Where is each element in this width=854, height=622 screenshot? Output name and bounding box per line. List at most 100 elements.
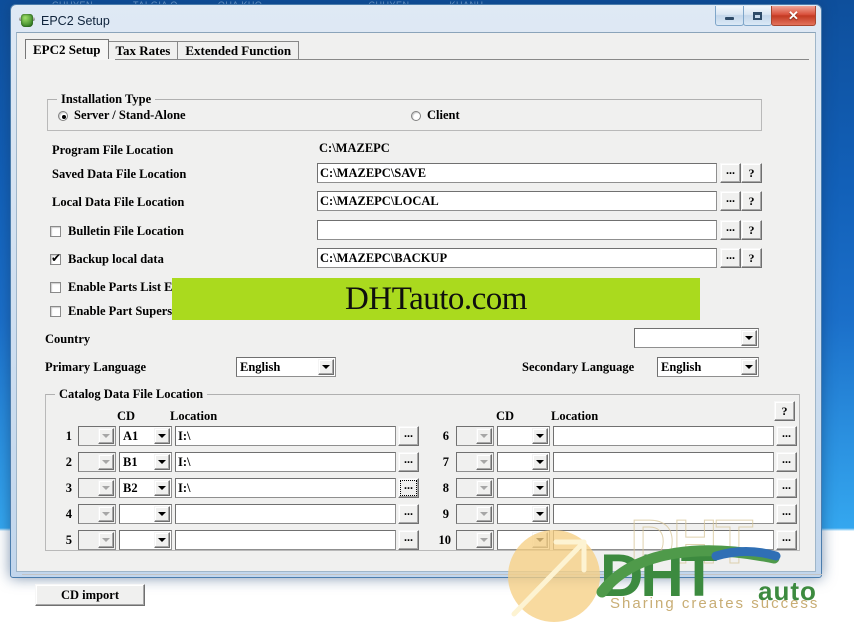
secondary-language-dropdown[interactable]: English — [657, 357, 759, 377]
catalog-drive-dropdown[interactable] — [456, 478, 494, 498]
chevron-down-icon[interactable] — [476, 480, 492, 496]
minimize-button[interactable] — [715, 6, 744, 26]
chevron-down-icon[interactable] — [532, 454, 548, 470]
chevron-down-icon[interactable] — [98, 428, 114, 444]
catalog-cd-dropdown[interactable]: B2 — [119, 478, 172, 498]
catalog-location-input[interactable] — [553, 426, 774, 446]
catalog-browse-button[interactable]: ... — [398, 452, 419, 472]
chevron-down-icon[interactable] — [476, 428, 492, 444]
catalog-location-input[interactable] — [553, 504, 774, 524]
chevron-down-icon[interactable] — [98, 532, 114, 548]
catalog-drive-dropdown[interactable] — [78, 478, 116, 498]
catalog-browse-button[interactable]: ... — [776, 504, 797, 524]
saved-data-file-location-input[interactable]: C:\MAZEPC\SAVE — [317, 163, 717, 183]
chevron-down-icon[interactable] — [532, 506, 548, 522]
radio-client[interactable]: Client — [411, 108, 460, 123]
bulletin-browse-button[interactable]: ... — [720, 220, 741, 240]
chevron-down-icon[interactable] — [741, 359, 757, 375]
cd-import-button[interactable]: CD import — [35, 584, 145, 606]
catalog-cd-dropdown[interactable]: B1 — [119, 452, 172, 472]
catalog-help-button[interactable]: ? — [774, 401, 795, 421]
chevron-down-icon[interactable] — [98, 506, 114, 522]
catalog-cd-dropdown[interactable] — [497, 530, 550, 550]
catalog-cd-dropdown[interactable] — [497, 478, 550, 498]
checkbox-backup-local-data[interactable]: Backup local data — [50, 252, 164, 267]
tab-tax-rates[interactable]: Tax Rates — [107, 41, 179, 60]
close-button[interactable]: ✕ — [771, 6, 816, 26]
catalog-browse-button[interactable]: ... — [398, 530, 419, 550]
backup-location-input[interactable]: C:\MAZEPC\BACKUP — [317, 248, 717, 268]
chevron-down-icon[interactable] — [532, 428, 548, 444]
question-icon: ? — [748, 193, 755, 208]
catalog-location-input[interactable]: I:\ — [175, 478, 396, 498]
catalog-location-input[interactable] — [553, 530, 774, 550]
catalog-browse-button[interactable]: ... — [776, 452, 797, 472]
catalog-drive-dropdown[interactable] — [456, 530, 494, 550]
catalog-drive-dropdown[interactable] — [456, 452, 494, 472]
chevron-down-icon[interactable] — [741, 330, 757, 346]
ellipsis-icon: ... — [726, 248, 735, 262]
tab-epc2-setup[interactable]: EPC2 Setup — [25, 39, 109, 60]
catalog-browse-button[interactable]: ... — [776, 426, 797, 446]
catalog-drive-dropdown[interactable] — [78, 452, 116, 472]
question-icon: ? — [748, 165, 755, 180]
catalog-browse-button-focused[interactable]: ... — [398, 478, 419, 498]
chevron-down-icon[interactable] — [476, 532, 492, 548]
catalog-browse-button[interactable]: ... — [398, 504, 419, 524]
installation-type-title: Installation Type — [57, 92, 156, 107]
title-bar[interactable]: EPC2 Setup ✕ — [15, 6, 817, 33]
chevron-down-icon[interactable] — [532, 480, 548, 496]
primary-language-dropdown[interactable]: English — [236, 357, 336, 377]
bulletin-help-button[interactable]: ? — [741, 220, 762, 240]
catalog-location-input[interactable] — [553, 478, 774, 498]
catalog-drive-dropdown[interactable] — [456, 426, 494, 446]
chevron-down-icon[interactable] — [318, 359, 334, 375]
catalog-drive-dropdown[interactable] — [456, 504, 494, 524]
chevron-down-icon[interactable] — [154, 454, 170, 470]
chevron-down-icon[interactable] — [476, 454, 492, 470]
catalog-row-number: 9 — [442, 507, 449, 521]
backup-browse-button[interactable]: ... — [720, 248, 741, 268]
local-data-browse-button[interactable]: ... — [720, 191, 741, 211]
catalog-browse-button[interactable]: ... — [776, 478, 797, 498]
chevron-down-icon[interactable] — [154, 532, 170, 548]
chevron-down-icon[interactable] — [154, 506, 170, 522]
catalog-cd-dropdown[interactable] — [497, 504, 550, 524]
catalog-cd-dropdown[interactable] — [119, 504, 172, 524]
catalog-drive-dropdown[interactable] — [78, 530, 116, 550]
catalog-location-input[interactable]: I:\ — [175, 452, 396, 472]
catalog-drive-dropdown[interactable] — [78, 504, 116, 524]
country-dropdown[interactable] — [634, 328, 759, 348]
catalog-cd-dropdown[interactable] — [497, 452, 550, 472]
catalog-location-input[interactable] — [175, 504, 396, 524]
tab-extended-function[interactable]: Extended Function — [177, 41, 300, 60]
saved-data-browse-button[interactable]: ... — [720, 163, 741, 183]
chevron-down-icon[interactable] — [532, 532, 548, 548]
local-data-help-button[interactable]: ? — [741, 191, 762, 211]
maximize-button[interactable] — [743, 6, 772, 26]
catalog-location-input[interactable] — [175, 530, 396, 550]
chevron-down-icon[interactable] — [98, 454, 114, 470]
chevron-down-icon[interactable] — [98, 480, 114, 496]
chevron-down-icon[interactable] — [154, 428, 170, 444]
window-controls: ✕ — [715, 6, 816, 26]
backup-help-button[interactable]: ? — [741, 248, 762, 268]
catalog-browse-button[interactable]: ... — [398, 426, 419, 446]
catalog-browse-button[interactable]: ... — [776, 530, 797, 550]
checkbox-bulletin-file-location[interactable]: Bulletin File Location — [50, 224, 184, 239]
catalog-cd-dropdown[interactable] — [497, 426, 550, 446]
checkbox-unchecked-icon — [50, 306, 61, 317]
catalog-location-input[interactable] — [553, 452, 774, 472]
catalog-location-input[interactable]: I:\ — [175, 426, 396, 446]
radio-server-standalone[interactable]: Server / Stand-Alone — [58, 108, 186, 123]
local-data-file-location-input[interactable]: C:\MAZEPC\LOCAL — [317, 191, 717, 211]
chevron-down-icon[interactable] — [154, 480, 170, 496]
label-program-file-location: Program File Location — [52, 143, 174, 157]
catalog-cd-dropdown[interactable] — [119, 530, 172, 550]
chevron-down-icon[interactable] — [476, 506, 492, 522]
saved-data-help-button[interactable]: ? — [741, 163, 762, 183]
catalog-drive-dropdown[interactable] — [78, 426, 116, 446]
ellipsis-icon: ... — [404, 426, 413, 440]
catalog-cd-dropdown[interactable]: A1 — [119, 426, 172, 446]
bulletin-file-location-input[interactable] — [317, 220, 717, 240]
